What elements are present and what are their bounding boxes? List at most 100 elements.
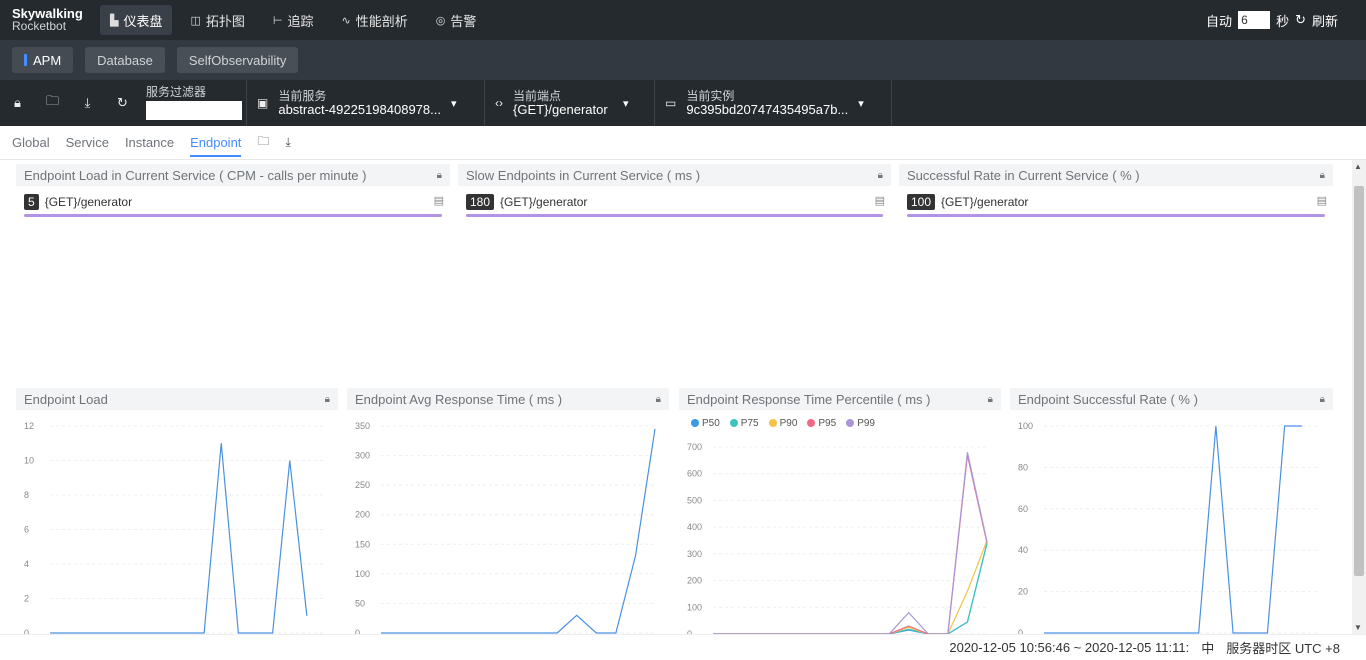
nav-alarm[interactable]: ◎ 告警 [426, 5, 487, 35]
tool-bar: 🔒︎ 🗀 ⤓ ↻ 服务过滤器 ▣ 当前服务 abstract-492251984… [0, 80, 1366, 126]
folder-icon[interactable]: 🗀 [35, 92, 70, 114]
y-tick-label: 4 [24, 559, 29, 569]
lock-icon[interactable]: 🔒︎ [1320, 170, 1325, 181]
vertical-scrollbar[interactable]: ▲ ▼ [1352, 160, 1366, 634]
nav-trace[interactable]: ⊢ 追踪 [263, 5, 324, 35]
legend-item-p90[interactable]: P90 [768, 418, 797, 429]
dashboard-tabs: Global Service Instance Endpoint 🗀 ⤓ [0, 126, 1366, 160]
endpoint-percentile-chart: 0100200300400500600700 [687, 442, 988, 639]
code-icon: ‹› [495, 96, 503, 110]
series-line-p90 [713, 540, 988, 635]
legend-item-p95[interactable]: P95 [807, 418, 836, 429]
refresh-button[interactable]: 刷新 [1312, 11, 1338, 30]
panel-endpoint-percentile: Endpoint Response Time Percentile ( ms )… [679, 388, 1001, 639]
endpoint-selector[interactable]: ‹› 当前端点 {GET}/generator ▾ [484, 80, 654, 126]
endpoint-name: {GET}/generator [941, 195, 1029, 209]
chart-title: Endpoint Successful Rate ( % ) [1018, 391, 1198, 407]
tab-instance[interactable]: Instance [125, 135, 174, 150]
y-tick-label: 6 [24, 525, 29, 535]
nav-profile[interactable]: ∿ 性能剖析 [332, 5, 418, 35]
nav-dashboard[interactable]: ▙ 仪表盘 [100, 5, 173, 35]
seconds-unit: 秒 [1276, 13, 1290, 29]
language-toggle[interactable]: 中 [1201, 638, 1214, 657]
download-icon[interactable]: ⤓ [285, 135, 290, 150]
group-selfobservability[interactable]: SelfObservability [176, 47, 299, 73]
trace-icon: ⊢ [272, 14, 283, 27]
panel-slow-endpoints: Slow Endpoints in Current Service ( ms )… [458, 164, 891, 217]
y-tick-label: 200 [355, 510, 370, 520]
endpoint-successful-rate-chart: 020406080100 [1018, 421, 1319, 638]
legend-item-p50[interactable]: P50 [691, 418, 720, 429]
reload-icon[interactable]: ↻ [105, 95, 140, 111]
lock-icon[interactable]: 🔒︎ [0, 95, 35, 111]
download-icon[interactable]: ⤓ [70, 95, 105, 111]
service-label: 当前服务 [278, 89, 327, 103]
instance-selector[interactable]: ▭ 当前实例 9c395bd20747435495a7b... ▾ [654, 80, 892, 126]
y-tick-label: 500 [687, 495, 702, 505]
copy-icon[interactable]: ▤ [1317, 194, 1327, 207]
endpoint-load-chart: 024681012 [24, 421, 324, 638]
series-line-p99 [713, 452, 988, 635]
logo[interactable]: Skywalking Rocketbot [0, 7, 100, 32]
y-tick-label: 250 [355, 480, 370, 490]
y-tick-label: 600 [687, 469, 702, 479]
y-tick-label: 200 [687, 576, 702, 586]
value-badge: 100 [907, 194, 936, 210]
instance-label: 当前实例 [686, 89, 735, 103]
service-selector[interactable]: ▣ 当前服务 abstract-49225198408978... ▾ [246, 80, 484, 126]
endpoint-row[interactable]: 100 {GET}/generator ▤ [899, 186, 1333, 214]
auto-label[interactable]: 自动 [1206, 11, 1232, 30]
tab-service[interactable]: Service [66, 135, 109, 150]
lock-icon[interactable]: 🔒︎ [437, 170, 442, 181]
nav-topology[interactable]: ◫ 拓扑图 [180, 5, 254, 35]
group-database[interactable]: Database [85, 47, 165, 73]
scroll-down-icon[interactable]: ▼ [1354, 623, 1362, 632]
y-tick-label: 40 [1018, 545, 1028, 555]
endpoint-value: {GET}/generator [513, 102, 608, 117]
lock-icon[interactable]: 🔒︎ [988, 394, 993, 405]
group-apm[interactable]: APM [12, 47, 74, 73]
value-bar [907, 214, 1325, 217]
lock-icon[interactable]: 🔒︎ [878, 170, 883, 181]
tab-endpoint[interactable]: Endpoint [190, 135, 242, 157]
timezone[interactable]: 服务器时区 UTC +8 [1226, 638, 1340, 657]
tab-global[interactable]: Global [12, 135, 50, 150]
scroll-up-icon[interactable]: ▲ [1354, 162, 1362, 171]
topology-icon: ◫ [190, 14, 201, 27]
endpoint-row[interactable]: 180 {GET}/generator ▤ [458, 186, 891, 214]
scrollbar-thumb[interactable] [1354, 186, 1364, 576]
chevron-down-icon: ▾ [623, 97, 629, 110]
y-tick-label: 50 [355, 598, 365, 608]
lock-icon[interactable]: 🔒︎ [1320, 394, 1325, 405]
lock-icon[interactable]: 🔒︎ [325, 394, 330, 405]
lock-icon[interactable]: 🔒︎ [656, 394, 661, 405]
series-line-p95 [713, 454, 988, 635]
chevron-down-icon: ▾ [858, 97, 864, 110]
time-range[interactable]: 2020-12-05 10:56:46 ~ 2020-12-05 11:11: [949, 640, 1189, 655]
y-tick-label: 8 [24, 490, 29, 500]
folder-icon[interactable]: 🗀 [257, 132, 269, 153]
refresh-icon[interactable]: ↻ [1295, 12, 1306, 28]
y-tick-label: 100 [687, 602, 702, 612]
service-filter-input[interactable] [146, 101, 242, 120]
legend-item-p99[interactable]: P99 [846, 418, 875, 429]
endpoint-name: {GET}/generator [44, 195, 133, 209]
y-tick-label: 300 [355, 451, 370, 461]
y-tick-label: 100 [355, 569, 370, 579]
alarm-icon: ◎ [435, 14, 446, 27]
legend-item-p75[interactable]: P75 [729, 418, 759, 429]
chevron-down-icon: ▾ [450, 97, 457, 110]
series-line-p75 [713, 543, 988, 635]
auto-seconds-input[interactable] [1238, 11, 1271, 29]
y-tick-label: 80 [1018, 462, 1028, 472]
y-tick-label: 700 [687, 442, 702, 452]
panel-endpoint-successful-rate: Endpoint Successful Rate ( % ) 🔒︎ 0 20 40 60… [1010, 388, 1333, 638]
panel-endpoint-load: Endpoint Load 🔒︎ 0 2 4 6 8 10 12 [16, 388, 338, 638]
chart-legend: P50 P75 P90 P95 P99 [679, 410, 1001, 429]
group-bar: APM Database SelfObservability [0, 40, 1366, 80]
endpoint-row[interactable]: 5 {GET}/generator ▤ [16, 186, 450, 214]
instance-icon: ▭ [665, 96, 677, 110]
top-nav: Skywalking Rocketbot ▙ 仪表盘 ◫ 拓扑图 ⊢ 追踪 ∿ … [0, 0, 1366, 40]
copy-icon[interactable]: ▤ [434, 194, 444, 207]
copy-icon[interactable]: ▤ [875, 194, 885, 207]
